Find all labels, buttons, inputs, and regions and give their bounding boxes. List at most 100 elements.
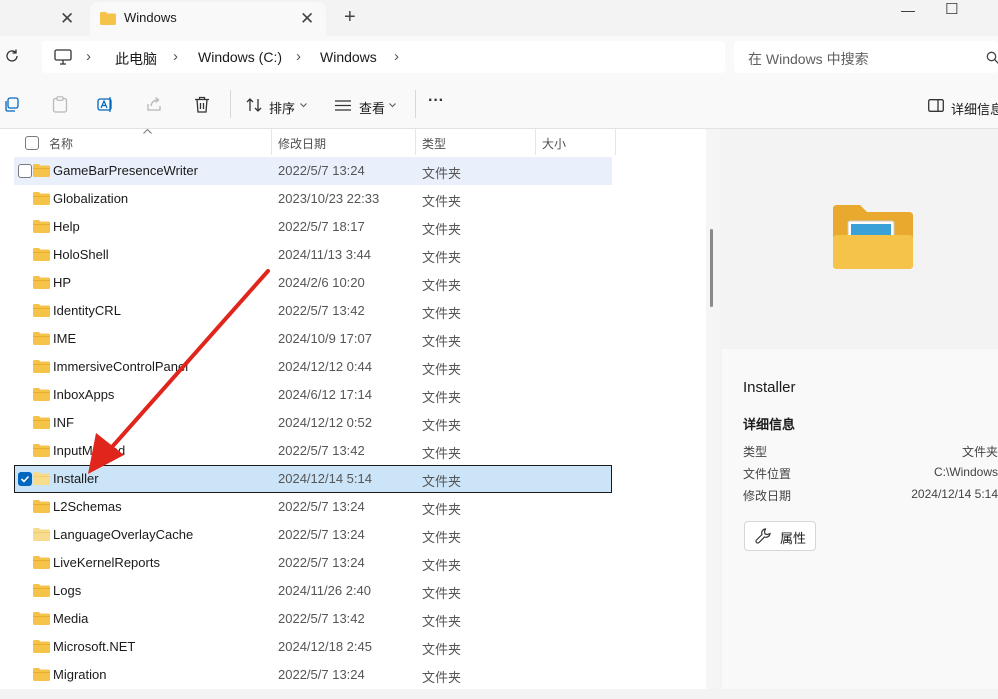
column-divider[interactable] xyxy=(615,129,616,155)
folder-icon xyxy=(33,388,50,401)
maximize-icon[interactable]: ☐ xyxy=(945,0,958,18)
file-row[interactable]: GameBarPresenceWriter 2022/5/7 13:24 文件夹 xyxy=(14,157,612,185)
file-date: 2024/12/12 0:52 xyxy=(278,415,372,430)
column-type[interactable]: 类型 xyxy=(422,135,446,152)
details-pane-button[interactable]: 详细信息 xyxy=(928,94,998,118)
file-name: Logs xyxy=(53,583,82,598)
folder-icon xyxy=(33,276,50,289)
delete-icon[interactable] xyxy=(194,96,210,113)
breadcrumb-chevron-icon[interactable]: › xyxy=(173,48,178,65)
file-type: 文件夹 xyxy=(422,670,462,685)
column-name[interactable]: 名称 xyxy=(49,135,73,152)
close-tab-icon[interactable]: ✕ xyxy=(300,10,314,27)
file-row[interactable]: Migration 2022/5/7 13:24 文件夹 xyxy=(14,661,612,689)
file-date: 2024/6/12 17:14 xyxy=(278,387,372,402)
file-date: 2022/5/7 13:24 xyxy=(278,163,365,178)
folder-icon xyxy=(33,556,50,569)
breadcrumb-chevron-icon[interactable]: › xyxy=(86,48,91,65)
toolbar-separator xyxy=(415,90,416,118)
folder-icon xyxy=(33,584,50,597)
more-options-icon[interactable]: ··· xyxy=(428,92,444,110)
column-divider[interactable] xyxy=(271,129,272,155)
file-row[interactable]: L2Schemas 2022/5/7 13:24 文件夹 xyxy=(14,493,612,521)
minimize-icon[interactable]: — xyxy=(901,2,915,18)
sort-label: 排序 xyxy=(269,101,296,116)
file-name: INF xyxy=(53,415,74,430)
new-tab-icon[interactable]: + xyxy=(344,6,356,29)
type-value: 文件夹 xyxy=(961,445,998,459)
file-row[interactable]: Globalization 2023/10/23 22:33 文件夹 xyxy=(14,185,612,213)
file-row[interactable]: LanguageOverlayCache 2022/5/7 13:24 文件夹 xyxy=(14,521,612,549)
refresh-icon[interactable] xyxy=(4,48,20,64)
paste-icon[interactable] xyxy=(52,96,68,113)
select-all-checkbox[interactable] xyxy=(25,136,39,150)
file-type: 文件夹 xyxy=(422,194,462,209)
column-divider[interactable] xyxy=(415,129,416,155)
column-date[interactable]: 修改日期 xyxy=(278,135,326,152)
folder-icon xyxy=(33,220,50,233)
search-box[interactable]: 在 Windows 中搜索 xyxy=(734,41,998,73)
file-type: 文件夹 xyxy=(422,530,462,545)
chevron-down-icon xyxy=(389,103,396,108)
file-date: 2024/12/14 5:14 xyxy=(278,471,372,486)
column-divider[interactable] xyxy=(535,129,536,155)
file-row[interactable]: ImmersiveControlPanel 2024/12/12 0:44 文件夹 xyxy=(14,353,612,381)
address-bar[interactable]: › 此电脑 › Windows (C:) › Windows › xyxy=(42,41,725,73)
share-icon[interactable] xyxy=(146,96,163,112)
file-date: 2024/12/12 0:44 xyxy=(278,359,372,374)
file-row[interactable]: HP 2024/2/6 10:20 文件夹 xyxy=(14,269,612,297)
sort-up-icon xyxy=(143,129,152,134)
file-row[interactable]: HoloShell 2024/11/13 3:44 文件夹 xyxy=(14,241,612,269)
file-row[interactable]: Logs 2024/11/26 2:40 文件夹 xyxy=(14,577,612,605)
file-type: 文件夹 xyxy=(422,362,462,377)
file-name: Migration xyxy=(53,667,107,682)
file-row[interactable]: Media 2022/5/7 13:42 文件夹 xyxy=(14,605,612,633)
file-row[interactable]: INF 2024/12/12 0:52 文件夹 xyxy=(14,409,612,437)
chevron-down-icon xyxy=(300,103,307,108)
file-date: 2022/5/7 13:42 xyxy=(278,611,365,626)
file-date: 2022/5/7 13:24 xyxy=(278,667,365,682)
scrollbar-thumb[interactable] xyxy=(710,229,713,307)
row-checkbox[interactable] xyxy=(18,472,32,486)
file-row[interactable]: IME 2024/10/9 17:07 文件夹 xyxy=(14,325,612,353)
rename-icon[interactable] xyxy=(97,96,114,113)
breadcrumb-chevron-icon[interactable]: › xyxy=(296,48,301,65)
search-placeholder: 在 Windows 中搜索 xyxy=(748,51,869,67)
folder-icon xyxy=(33,668,50,681)
vertical-scrollbar[interactable] xyxy=(706,129,720,689)
breadcrumb-this-pc[interactable]: 此电脑 xyxy=(115,49,157,69)
sort-button[interactable]: 排序 xyxy=(244,92,314,118)
file-row[interactable]: Microsoft.NET 2024/12/18 2:45 文件夹 xyxy=(14,633,612,661)
file-name: InboxApps xyxy=(53,387,115,402)
column-size[interactable]: 大小 xyxy=(542,135,566,152)
search-icon[interactable] xyxy=(986,51,998,64)
file-row[interactable]: Installer 2024/12/14 5:14 文件夹 xyxy=(14,465,612,493)
file-type: 文件夹 xyxy=(422,278,462,293)
file-row[interactable]: InboxApps 2024/6/12 17:14 文件夹 xyxy=(14,381,612,409)
file-date: 2022/5/7 13:24 xyxy=(278,555,365,570)
row-checkbox[interactable] xyxy=(18,164,32,178)
file-row[interactable]: Help 2022/5/7 18:17 文件夹 xyxy=(14,213,612,241)
breadcrumb-chevron-icon[interactable]: › xyxy=(394,48,399,65)
file-row[interactable]: IdentityCRL 2022/5/7 13:42 文件夹 xyxy=(14,297,612,325)
close-prev-tab-icon[interactable]: ✕ xyxy=(60,10,74,27)
tab-windows[interactable]: Windows ✕ xyxy=(90,2,326,36)
file-type: 文件夹 xyxy=(422,334,462,349)
view-button[interactable]: 查看 xyxy=(333,92,403,118)
wrench-icon xyxy=(755,528,771,544)
properties-button[interactable]: 属性 xyxy=(744,521,816,551)
folder-icon xyxy=(33,612,50,625)
file-name: HoloShell xyxy=(53,247,109,262)
breadcrumb-drive-c[interactable]: Windows (C:) xyxy=(198,49,282,65)
large-folder-icon xyxy=(833,205,913,269)
breadcrumb-windows[interactable]: Windows xyxy=(320,49,377,65)
file-row[interactable]: LiveKernelReports 2022/5/7 13:24 文件夹 xyxy=(14,549,612,577)
file-type: 文件夹 xyxy=(422,614,462,629)
copy-icon[interactable] xyxy=(4,97,19,112)
details-label: 详细信息 xyxy=(951,102,998,117)
file-name: IdentityCRL xyxy=(53,303,121,318)
file-type: 文件夹 xyxy=(422,166,462,181)
file-name: Globalization xyxy=(53,191,129,206)
file-row[interactable]: InputMethod 2022/5/7 13:42 文件夹 xyxy=(14,437,612,465)
file-type: 文件夹 xyxy=(422,250,462,265)
